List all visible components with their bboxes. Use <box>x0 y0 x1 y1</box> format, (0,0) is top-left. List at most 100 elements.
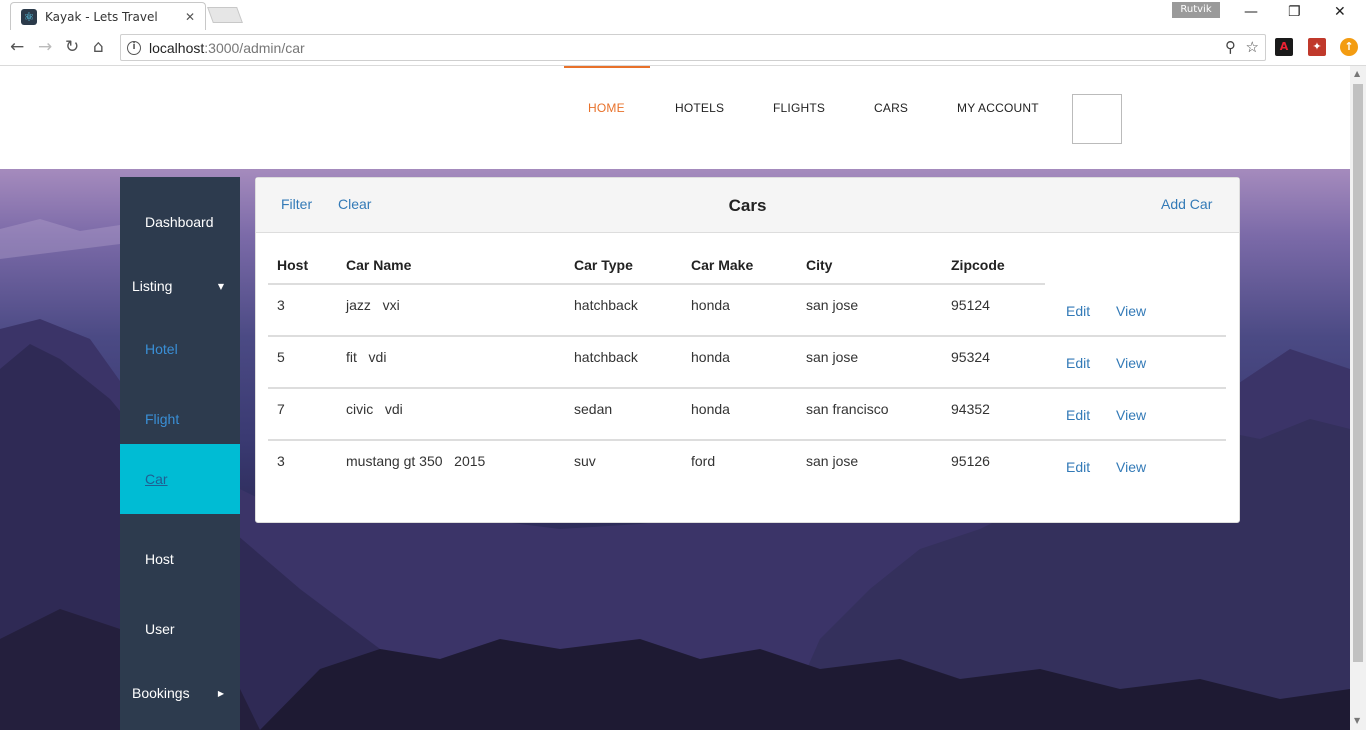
edit-link[interactable]: Edit <box>1066 303 1090 319</box>
cell-zipcode: 95124 <box>951 297 990 313</box>
url-text[interactable]: localhost:3000/admin/car <box>149 40 305 56</box>
cell-car-name: fit vdi <box>346 349 387 365</box>
sidebar-label-listing: Listing <box>132 278 173 294</box>
sidebar-item-bookings[interactable]: Bookings ▶ <box>120 658 240 728</box>
admin-sidebar: Dashboard Listing ▼ Hotel Flight Car Hos… <box>120 177 240 730</box>
cell-car-type: sedan <box>574 401 613 417</box>
sidebar-item-listing[interactable]: Listing ▼ <box>120 251 240 321</box>
col-car-name: Car Name <box>346 257 412 273</box>
back-icon[interactable]: ← <box>10 37 24 57</box>
nav-flights[interactable]: FLIGHTS <box>773 101 825 115</box>
col-car-make: Car Make <box>691 257 754 273</box>
edit-link[interactable]: Edit <box>1066 407 1090 423</box>
sidebar-label-dashboard: Dashboard <box>145 214 214 230</box>
col-zipcode: Zipcode <box>951 257 1005 273</box>
cell-car-make: honda <box>691 401 730 417</box>
cell-host: 5 <box>277 349 285 365</box>
sidebar-item-hotel[interactable]: Hotel <box>120 314 240 384</box>
panel-title: Cars <box>728 196 767 215</box>
cell-zipcode: 95126 <box>951 453 990 469</box>
key-icon[interactable]: ⚲ <box>1225 38 1236 56</box>
cell-city: san jose <box>806 297 859 313</box>
scroll-down-icon[interactable]: ▼ <box>1354 716 1360 725</box>
cell-car-make: ford <box>691 453 716 469</box>
sidebar-item-user[interactable]: User <box>120 594 240 664</box>
view-link[interactable]: View <box>1116 303 1146 319</box>
sidebar-label-host: Host <box>145 551 174 567</box>
sidebar-item-host[interactable]: Host <box>120 524 240 594</box>
address-bar[interactable]: i localhost:3000/admin/car ⚲ ☆ <box>120 34 1266 61</box>
table-row: 5 fit vdi hatchback honda san jose 95324… <box>268 337 1226 389</box>
cell-car-name: jazz vxi <box>346 297 400 313</box>
browser-toolbar: ← → ↻ ⌂ i localhost:3000/admin/car ⚲ ☆ A… <box>0 30 1366 66</box>
table-row: 3 jazz vxi hatchback honda san jose 9512… <box>268 285 1226 337</box>
page-scrollbar[interactable]: ▲ ▼ <box>1350 66 1366 730</box>
cell-host: 3 <box>277 453 285 469</box>
edit-link[interactable]: Edit <box>1066 459 1090 475</box>
sidebar-label-car: Car <box>145 471 168 487</box>
caret-right-icon: ▶ <box>217 688 224 698</box>
edit-link[interactable]: Edit <box>1066 355 1090 371</box>
cars-panel: Filter Clear Cars Add Car Host Car Name … <box>255 177 1240 523</box>
omnibox-actions: ⚲ ☆ <box>1225 38 1259 56</box>
browser-tab[interactable]: ⚛ Kayak - Lets Travel ✕ <box>10 2 206 30</box>
url-host: localhost <box>149 39 205 56</box>
window-close-icon[interactable]: ✕ <box>1334 4 1346 20</box>
caret-down-icon: ▼ <box>217 281 224 291</box>
nav-my-account[interactable]: MY ACCOUNT <box>957 101 1039 115</box>
active-nav-indicator <box>564 66 650 68</box>
cell-car-name: mustang gt 350 2015 <box>346 453 486 469</box>
sidebar-label-user: User <box>145 621 175 637</box>
pdf-extension-icon[interactable]: A <box>1275 38 1293 56</box>
cell-car-type: hatchback <box>574 297 638 313</box>
panel-header: Filter Clear Cars Add Car <box>256 178 1239 233</box>
nav-hotels[interactable]: HOTELS <box>675 101 724 115</box>
scroll-thumb[interactable] <box>1353 84 1363 662</box>
cell-zipcode: 95324 <box>951 349 990 365</box>
broken-image-icon[interactable] <box>1072 94 1122 144</box>
bookmark-star-icon[interactable]: ☆ <box>1246 38 1259 56</box>
reload-icon[interactable]: ↻ <box>65 37 79 57</box>
table-header: Host Car Name Car Type Car Make City Zip… <box>268 248 1226 285</box>
cell-city: san francisco <box>806 401 889 417</box>
cell-city: san jose <box>806 349 859 365</box>
cell-zipcode: 94352 <box>951 401 990 417</box>
add-car-link[interactable]: Add Car <box>1161 196 1212 212</box>
sidebar-label-hotel: Hotel <box>145 341 178 357</box>
url-path: :3000/admin/car <box>204 39 305 56</box>
table-row: 3 mustang gt 350 2015 suv ford san jose … <box>268 441 1226 493</box>
sidebar-item-car[interactable]: Car <box>120 444 240 514</box>
extension-icon[interactable]: ✦ <box>1308 38 1326 56</box>
browser-tabstrip: ⚛ Kayak - Lets Travel ✕ Rutvik — ❐ ✕ <box>0 0 1366 30</box>
cell-car-name: civic vdi <box>346 401 403 417</box>
page-viewport: HOME HOTELS FLIGHTS CARS MY ACCOUNT Dash… <box>0 66 1350 730</box>
sidebar-label-flight: Flight <box>145 411 180 427</box>
scroll-up-icon[interactable]: ▲ <box>1354 69 1360 78</box>
minimize-icon[interactable]: — <box>1244 4 1258 20</box>
cell-host: 3 <box>277 297 285 313</box>
col-city: City <box>806 257 833 273</box>
view-link[interactable]: View <box>1116 355 1146 371</box>
cell-host: 7 <box>277 401 285 417</box>
cell-car-make: honda <box>691 297 730 313</box>
view-link[interactable]: View <box>1116 407 1146 423</box>
react-favicon-icon: ⚛ <box>21 8 37 25</box>
profile-badge[interactable]: Rutvik <box>1172 2 1220 18</box>
update-icon[interactable]: ↑ <box>1340 38 1358 56</box>
restore-icon[interactable]: ❐ <box>1288 4 1301 20</box>
tab-close-icon[interactable]: ✕ <box>185 10 195 24</box>
new-tab-button[interactable] <box>207 7 243 23</box>
cell-car-type: hatchback <box>574 349 638 365</box>
tab-title: Kayak - Lets Travel <box>45 9 158 24</box>
table-row: 7 civic vdi sedan honda san francisco 94… <box>268 389 1226 441</box>
info-icon[interactable]: i <box>127 40 141 55</box>
sidebar-label-bookings: Bookings <box>132 685 190 701</box>
cell-car-type: suv <box>574 453 596 469</box>
view-link[interactable]: View <box>1116 459 1146 475</box>
forward-icon[interactable]: → <box>38 37 52 57</box>
home-icon[interactable]: ⌂ <box>93 37 104 57</box>
col-host: Host <box>277 257 309 273</box>
nav-cars[interactable]: CARS <box>874 101 908 115</box>
nav-home[interactable]: HOME <box>588 101 625 115</box>
sidebar-item-dashboard[interactable]: Dashboard <box>120 187 240 257</box>
